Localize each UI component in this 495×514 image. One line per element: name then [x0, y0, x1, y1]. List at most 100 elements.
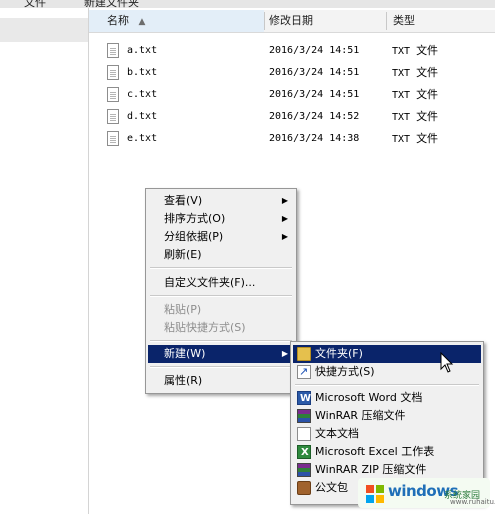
shortcut-icon: [297, 363, 311, 381]
file-row[interactable]: b.txt 2016/3/24 14:51 TXT 文件: [89, 62, 495, 84]
column-name-label: 名称: [107, 14, 129, 27]
text-file-icon: [107, 87, 119, 102]
site-watermark: windows 系统家园 www.ruhaitu.com: [358, 476, 495, 510]
file-type: TXT 文件: [392, 62, 438, 85]
new-folder-label: 文件夹(F): [315, 347, 363, 360]
path-fragment-label: 新建文件夹: [84, 0, 139, 8]
file-name: c.txt: [127, 89, 158, 100]
column-type-header[interactable]: 类型: [387, 10, 495, 32]
menu-separator: [295, 384, 479, 386]
file-type: TXT 文件: [392, 128, 438, 151]
new-word-item[interactable]: Microsoft Word 文档: [293, 389, 481, 408]
file-type-ext: TXT: [392, 68, 411, 79]
file-name: e.txt: [127, 133, 158, 144]
file-type: TXT 文件: [392, 84, 438, 107]
new-briefcase-label: 公文包: [315, 481, 348, 494]
word-document-icon: [297, 390, 311, 408]
menu-item-refresh[interactable]: 刷新(E): [148, 246, 294, 264]
top-strip: 文件 新建文件夹: [0, 0, 495, 8]
file-row[interactable]: c.txt 2016/3/24 14:51 TXT 文件: [89, 84, 495, 106]
excel-worksheet-icon: [297, 444, 311, 462]
file-type-word: 文件: [416, 44, 439, 57]
file-type-word: 文件: [416, 66, 439, 79]
text-file-icon: [107, 43, 119, 58]
menu-separator: [150, 340, 292, 342]
menu-separator: [150, 267, 292, 269]
new-excel-label: Microsoft Excel 工作表: [315, 445, 435, 458]
menu-item-properties-label: 属性(R): [164, 374, 203, 387]
menu-item-group[interactable]: 分组依据(P) ▶: [148, 228, 294, 246]
file-row[interactable]: a.txt 2016/3/24 14:51 TXT 文件: [89, 40, 495, 62]
menu-item-group-label: 分组依据(P): [164, 230, 224, 243]
menu-item-customize-label: 自定义文件夹(F)...: [164, 276, 256, 289]
new-shortcut-label: 快捷方式(S): [315, 365, 375, 378]
file-modified: 2016/3/24 14:51: [269, 67, 360, 78]
file-row[interactable]: e.txt 2016/3/24 14:38 TXT 文件: [89, 128, 495, 150]
file-modified: 2016/3/24 14:52: [269, 111, 360, 122]
menu-item-new-label: 新建(W): [164, 347, 206, 360]
file-name: b.txt: [127, 67, 158, 78]
menu-separator: [150, 295, 292, 297]
file-type-ext: TXT: [392, 46, 411, 57]
new-text-item[interactable]: 文本文档: [293, 425, 481, 443]
winrar-zip-icon: [297, 463, 311, 477]
menu-item-view-label: 查看(V): [164, 194, 203, 207]
file-modified: 2016/3/24 14:51: [269, 89, 360, 100]
winrar-archive-icon: [297, 409, 311, 423]
column-modified-label: 修改日期: [269, 14, 313, 27]
mouse-cursor-icon: [440, 352, 454, 373]
navigation-selected-item[interactable]: [0, 18, 88, 42]
file-type-ext: TXT: [392, 112, 411, 123]
file-type-ext: TXT: [392, 134, 411, 145]
file-type-word: 文件: [416, 110, 439, 123]
new-winrar-item[interactable]: WinRAR 压缩文件: [293, 407, 481, 425]
menu-item-new[interactable]: 新建(W) ▶: [148, 345, 294, 363]
file-type: TXT 文件: [392, 106, 438, 129]
file-modified: 2016/3/24 14:38: [269, 133, 360, 144]
new-winrar-label: WinRAR 压缩文件: [315, 409, 406, 422]
menu-item-paste-label: 粘贴(P): [164, 303, 202, 316]
column-name-header[interactable]: 名称 ▲: [89, 10, 264, 32]
file-type-word: 文件: [416, 88, 439, 101]
file-type-word: 文件: [416, 132, 439, 145]
file-name: d.txt: [127, 111, 158, 122]
file-name: a.txt: [127, 45, 158, 56]
context-menu: 查看(V) ▶ 排序方式(O) ▶ 分组依据(P) ▶ 刷新(E) 自定义文件夹…: [145, 188, 297, 394]
column-type-label: 类型: [393, 14, 415, 27]
windows-logo-icon: [366, 485, 384, 503]
column-header: 名称 ▲ 修改日期 类型: [89, 10, 495, 33]
file-type-ext: TXT: [392, 90, 411, 101]
navigation-pane[interactable]: [0, 8, 89, 514]
briefcase-icon: [297, 481, 311, 495]
menu-item-refresh-label: 刷新(E): [164, 248, 202, 261]
file-modified: 2016/3/24 14:51: [269, 45, 360, 56]
new-winrar-zip-label: WinRAR ZIP 压缩文件: [315, 463, 427, 476]
submenu-arrow-icon: ▶: [281, 214, 288, 223]
text-file-icon: [107, 131, 119, 146]
file-row[interactable]: d.txt 2016/3/24 14:52 TXT 文件: [89, 106, 495, 128]
submenu-arrow-icon: ▶: [281, 349, 288, 358]
sort-ascending-icon: ▲: [138, 17, 146, 27]
menu-item-sort-label: 排序方式(O): [164, 212, 226, 225]
file-type: TXT 文件: [392, 40, 438, 63]
new-text-label: 文本文档: [315, 427, 359, 440]
menu-separator: [150, 366, 292, 368]
new-word-label: Microsoft Word 文档: [315, 391, 423, 404]
menu-item-view[interactable]: 查看(V) ▶: [148, 192, 294, 210]
folder-icon: [297, 347, 311, 361]
column-modified-header[interactable]: 修改日期: [265, 10, 386, 32]
watermark-url: www.ruhaitu.com: [450, 498, 495, 506]
menu-item-sort[interactable]: 排序方式(O) ▶: [148, 210, 294, 228]
text-file-icon: [107, 109, 119, 124]
text-file-icon: [107, 65, 119, 80]
menu-item-properties[interactable]: 属性(R): [148, 372, 294, 390]
menu-item-paste-shortcut-label: 粘贴快捷方式(S): [164, 321, 246, 334]
menu-item-paste-shortcut[interactable]: 粘贴快捷方式(S): [148, 319, 294, 337]
new-excel-item[interactable]: Microsoft Excel 工作表: [293, 443, 481, 462]
submenu-arrow-icon: ▶: [281, 232, 288, 241]
text-document-icon: [297, 427, 311, 441]
left-fragment-label: 文件: [24, 0, 46, 8]
menu-item-paste[interactable]: 粘贴(P): [148, 301, 294, 319]
menu-item-customize[interactable]: 自定义文件夹(F)...: [148, 274, 294, 292]
submenu-arrow-icon: ▶: [281, 196, 288, 205]
